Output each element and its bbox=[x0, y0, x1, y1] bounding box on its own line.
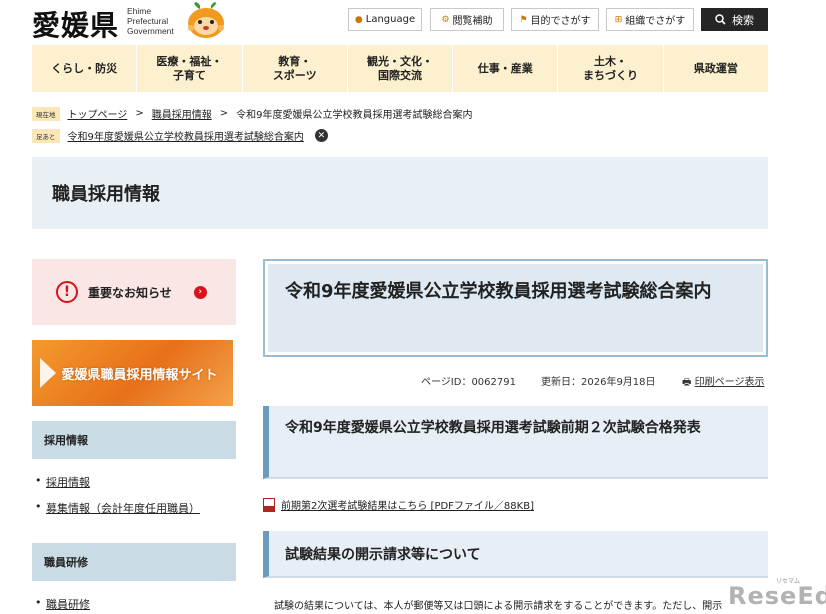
print-button[interactable]: 🖶 印刷ページ表示 bbox=[682, 373, 764, 392]
history-item-link[interactable]: 令和9年度愛媛県公立学校教員採用選考試験総合案内 bbox=[68, 128, 304, 143]
history-badge: 足あと bbox=[32, 128, 60, 143]
important-notice-button[interactable]: ! 重要なお知らせ › bbox=[32, 259, 236, 325]
page-id: ページID：0062791 bbox=[421, 377, 516, 388]
sidebar-heading-training: 職員研修 bbox=[32, 543, 236, 581]
gnav-item-tourism[interactable]: 観光・文化・ 国際交流 bbox=[348, 45, 454, 92]
sidebar-link-recruitment[interactable]: 採用情報 bbox=[35, 474, 90, 490]
breadcrumb-top-link[interactable]: トップページ bbox=[68, 106, 128, 121]
history-trail: 足あと 令和9年度愛媛県公立学校教員採用選考試験総合案内 ✕ bbox=[32, 128, 328, 143]
gnav-item-living[interactable]: くらし・防災 bbox=[32, 45, 138, 92]
gnav-item-industry[interactable]: 仕事・産業 bbox=[453, 45, 559, 92]
breadcrumb-current-page: 令和9年度愛媛県公立学校教員採用選考試験総合案内 bbox=[236, 110, 473, 121]
breadcrumb: 現在地 トップページ > 職員採用情報 > 令和9年度愛媛県公立学校教員採用選考… bbox=[32, 106, 472, 121]
pdf-file-icon bbox=[263, 497, 275, 512]
mascot-mikyan-icon bbox=[188, 2, 224, 38]
heading-disclosure-request: 試験結果の開示請求等について bbox=[263, 531, 768, 578]
org-chart-icon: ⊞ bbox=[614, 14, 623, 25]
site-logo-english: Ehime Prefectural Government bbox=[127, 6, 174, 36]
body-paragraph: 試験の結果については、本人が郵便等又は口頭による開示請求をすることができます。た… bbox=[274, 601, 723, 612]
close-icon[interactable]: ✕ bbox=[314, 129, 328, 142]
language-button[interactable]: ● Language bbox=[348, 8, 422, 31]
recruitment-site-banner[interactable]: 愛媛県職員採用情報サイト bbox=[32, 340, 233, 406]
breadcrumb-separator: > bbox=[135, 108, 144, 119]
flag-icon: ⚑ bbox=[519, 14, 528, 25]
updated-date: 更新日：2026年9月18日 bbox=[541, 377, 656, 388]
gnav-item-welfare[interactable]: 医療・福祉・ 子育て bbox=[137, 45, 243, 92]
play-arrow-icon bbox=[40, 358, 56, 388]
breadcrumb-category-link[interactable]: 職員採用情報 bbox=[152, 106, 212, 121]
sidebar-link-job-openings[interactable]: 募集情報（会計年度任用職員） bbox=[35, 500, 200, 516]
sidebar-heading-recruitment: 採用情報 bbox=[32, 421, 236, 459]
page-title: 令和9年度愛媛県公立学校教員採用選考試験総合案内 bbox=[263, 259, 768, 357]
pdf-download-link[interactable]: 前期第2次選考試験結果はこちら [PDFファイル／88KB] bbox=[263, 497, 534, 512]
breadcrumb-separator: > bbox=[219, 108, 229, 119]
watermark-logo: ReseEd リセマム bbox=[728, 578, 826, 610]
globe-icon: ● bbox=[354, 14, 363, 25]
heading-pass-announcement: 令和9年度愛媛県公立学校教員採用選考試験前期２次試験合格発表 bbox=[263, 406, 768, 479]
search-button[interactable]: 検索 bbox=[701, 8, 768, 31]
alert-icon: ! bbox=[56, 281, 78, 303]
global-nav: くらし・防災 医療・福祉・ 子育て 教育・ スポーツ 観光・文化・ 国際交流 仕… bbox=[32, 45, 768, 92]
gnav-item-education[interactable]: 教育・ スポーツ bbox=[243, 45, 348, 92]
chevron-right-icon: › bbox=[193, 285, 207, 299]
accessibility-button[interactable]: ⚙ 閲覧補助 bbox=[430, 8, 504, 31]
gear-icon: ⚙ bbox=[441, 14, 450, 25]
section-title: 職員採用情報 bbox=[32, 157, 768, 229]
gnav-item-government[interactable]: 県政運営 bbox=[664, 45, 768, 92]
site-logo[interactable]: 愛媛県 bbox=[32, 4, 119, 44]
gnav-item-civil[interactable]: 土木・ まちづくり bbox=[558, 45, 664, 92]
current-location-badge: 現在地 bbox=[32, 106, 60, 121]
purpose-search-button[interactable]: ⚑ 目的でさがす bbox=[511, 8, 599, 31]
organization-search-button[interactable]: ⊞ 組織でさがす bbox=[606, 8, 694, 31]
printer-icon: 🖶 bbox=[682, 377, 692, 388]
search-icon bbox=[715, 14, 726, 25]
sidebar-link-training[interactable]: 職員研修 bbox=[35, 596, 90, 612]
